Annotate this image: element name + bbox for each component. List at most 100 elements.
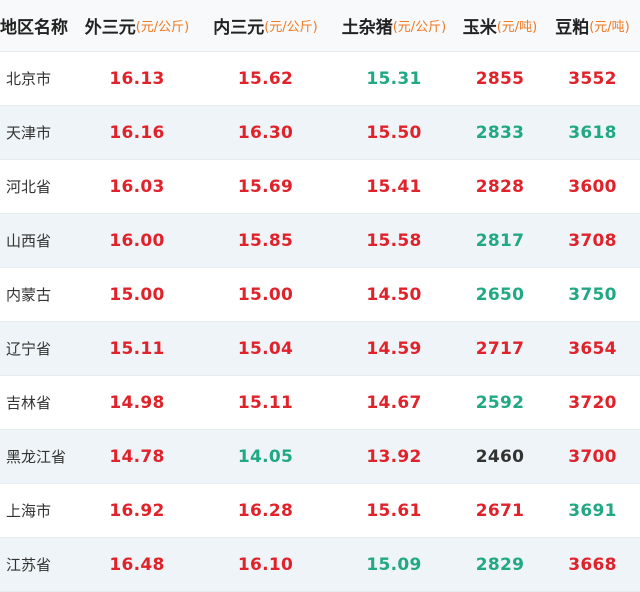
local-price-cell: 14.67 — [333, 376, 455, 429]
corn-price-value: 2833 — [475, 122, 525, 143]
outer-price-value: 15.00 — [109, 284, 165, 305]
header-region: 地区名称 — [0, 0, 72, 51]
inner-price-cell: 15.00 — [198, 268, 333, 321]
outer-price-cell: 14.78 — [76, 430, 198, 483]
corn-price-cell: 2460 — [455, 430, 545, 483]
corn-price-cell: 2833 — [455, 106, 545, 159]
header-soy: 豆粕 (元/吨) — [545, 0, 640, 51]
soy-price-cell: 3552 — [545, 52, 640, 105]
soy-price-cell: 3668 — [545, 538, 640, 591]
corn-price-cell: 2717 — [455, 322, 545, 375]
region-cell: 上海市 — [0, 484, 72, 537]
soy-price-value: 3668 — [568, 554, 617, 575]
soy-price-value: 3700 — [568, 446, 617, 467]
region-cell: 北京市 — [0, 52, 72, 105]
header-outer: 外三元 (元/公斤) — [76, 0, 198, 51]
inner-price-value: 16.10 — [237, 554, 294, 575]
corn-price-value: 2460 — [475, 446, 525, 467]
soy-price-value: 3720 — [568, 392, 617, 413]
corn-price-value: 2717 — [475, 338, 525, 359]
corn-price-cell: 2671 — [455, 484, 545, 537]
table-row[interactable]: 内蒙古 15.00 15.00 14.50 2650 3750 — [0, 268, 640, 322]
table-row[interactable]: 辽宁省 15.11 15.04 14.59 2717 3654 — [0, 322, 640, 376]
local-price-value: 15.31 — [366, 68, 422, 89]
table-row[interactable]: 上海市 16.92 16.28 15.61 2671 3691 — [0, 484, 640, 538]
header-local-unit: (元/公斤) — [392, 20, 447, 35]
local-price-cell: 14.59 — [333, 322, 455, 375]
soy-price-cell: 3720 — [545, 376, 640, 429]
table-row[interactable]: 北京市 16.13 15.62 15.31 2855 3552 — [0, 52, 640, 106]
corn-price-cell: 2829 — [455, 538, 545, 591]
outer-price-cell: 15.00 — [76, 268, 198, 321]
table-row[interactable]: 黑龙江省 14.78 14.05 13.92 2460 3700 — [0, 430, 640, 484]
table-row[interactable]: 江苏省 16.48 16.10 15.09 2829 3668 — [0, 538, 640, 592]
corn-price-value: 2671 — [475, 500, 525, 521]
soy-price-cell: 3654 — [545, 322, 640, 375]
header-outer-label: 外三元 — [84, 18, 136, 38]
region-cell: 河北省 — [0, 160, 72, 213]
region-name: 黑龙江省 — [6, 448, 67, 466]
region-name: 北京市 — [6, 70, 52, 88]
inner-price-cell: 15.04 — [198, 322, 333, 375]
price-table: 地区名称 外三元 (元/公斤) 内三元 (元/公斤) 土杂猪 (元/公斤) 玉米 (元/… — [0, 0, 640, 592]
local-price-value: 13.92 — [366, 446, 422, 467]
header-corn: 玉米 (元/吨) — [455, 0, 545, 51]
inner-price-value: 15.00 — [237, 284, 294, 305]
outer-price-value: 15.11 — [109, 338, 165, 359]
inner-price-value: 16.28 — [237, 500, 294, 521]
corn-price-value: 2592 — [475, 392, 525, 413]
local-price-cell: 15.58 — [333, 214, 455, 267]
inner-price-cell: 16.28 — [198, 484, 333, 537]
inner-price-cell: 16.30 — [198, 106, 333, 159]
outer-price-value: 16.00 — [109, 230, 165, 251]
inner-price-value: 15.04 — [237, 338, 294, 359]
inner-price-cell: 14.05 — [198, 430, 333, 483]
corn-price-cell: 2828 — [455, 160, 545, 213]
corn-price-value: 2650 — [475, 284, 525, 305]
outer-price-cell: 16.03 — [76, 160, 198, 213]
outer-price-value: 16.92 — [109, 500, 165, 521]
region-cell: 江苏省 — [0, 538, 72, 591]
region-cell: 山西省 — [0, 214, 72, 267]
soy-price-cell: 3618 — [545, 106, 640, 159]
table-row[interactable]: 吉林省 14.98 15.11 14.67 2592 3720 — [0, 376, 640, 430]
inner-price-cell: 15.11 — [198, 376, 333, 429]
local-price-value: 15.41 — [366, 176, 422, 197]
soy-price-cell: 3750 — [545, 268, 640, 321]
region-name: 内蒙古 — [6, 286, 52, 304]
table-row[interactable]: 河北省 16.03 15.69 15.41 2828 3600 — [0, 160, 640, 214]
header-local-label: 土杂猪 — [341, 18, 393, 38]
header-outer-unit: (元/公斤) — [135, 20, 190, 35]
table-row[interactable]: 天津市 16.16 16.30 15.50 2833 3618 — [0, 106, 640, 160]
region-name: 河北省 — [6, 178, 52, 196]
local-price-cell: 14.50 — [333, 268, 455, 321]
header-local: 土杂猪 (元/公斤) — [333, 0, 455, 51]
outer-price-cell: 14.98 — [76, 376, 198, 429]
inner-price-cell: 15.69 — [198, 160, 333, 213]
corn-price-cell: 2650 — [455, 268, 545, 321]
outer-price-cell: 16.13 — [76, 52, 198, 105]
local-price-value: 14.50 — [366, 284, 422, 305]
corn-price-value: 2817 — [475, 230, 525, 251]
region-name: 江苏省 — [6, 556, 52, 574]
region-name: 天津市 — [6, 124, 52, 142]
outer-price-value: 14.98 — [109, 392, 165, 413]
header-region-label: 地区名称 — [0, 18, 68, 38]
local-price-cell: 15.41 — [333, 160, 455, 213]
region-name: 山西省 — [6, 232, 52, 250]
table-row[interactable]: 山西省 16.00 15.85 15.58 2817 3708 — [0, 214, 640, 268]
region-name: 上海市 — [6, 502, 52, 520]
soy-price-value: 3691 — [568, 500, 617, 521]
outer-price-value: 16.03 — [109, 176, 165, 197]
region-cell: 辽宁省 — [0, 322, 72, 375]
soy-price-value: 3552 — [568, 68, 617, 89]
outer-price-value: 16.48 — [109, 554, 165, 575]
soy-price-cell: 3691 — [545, 484, 640, 537]
outer-price-cell: 15.11 — [76, 322, 198, 375]
outer-price-value: 14.78 — [109, 446, 165, 467]
soy-price-value: 3654 — [568, 338, 617, 359]
inner-price-value: 15.62 — [237, 68, 294, 89]
local-price-value: 14.59 — [366, 338, 422, 359]
soy-price-value: 3600 — [568, 176, 617, 197]
local-price-value: 15.58 — [366, 230, 422, 251]
